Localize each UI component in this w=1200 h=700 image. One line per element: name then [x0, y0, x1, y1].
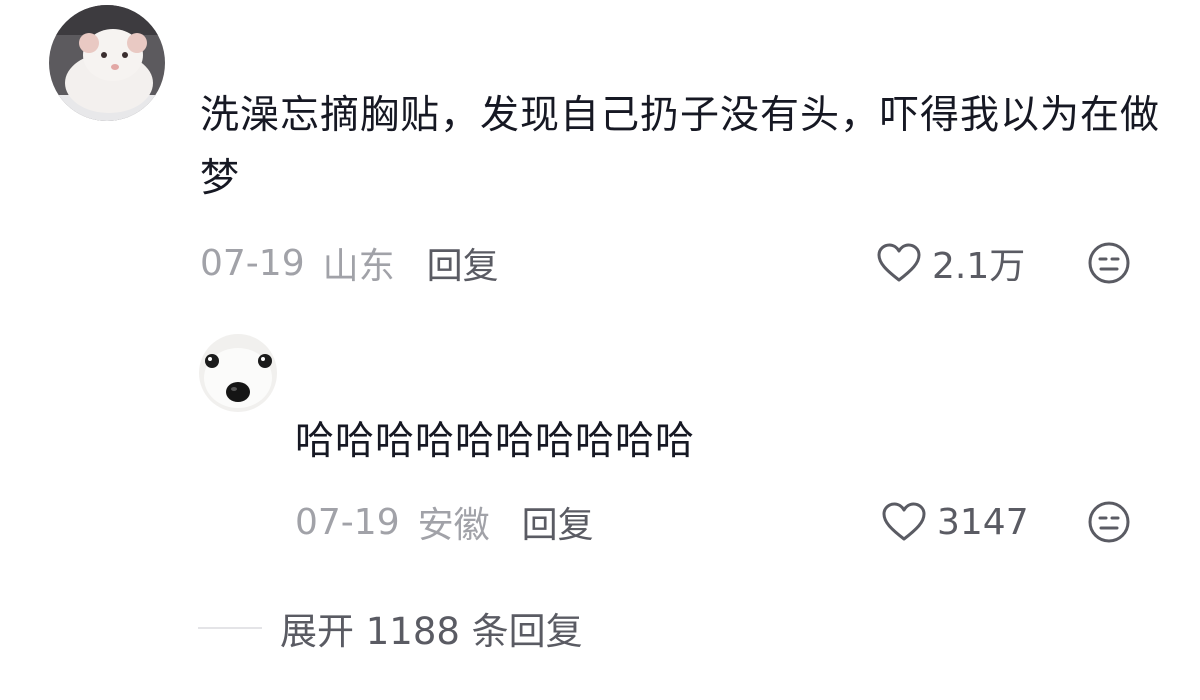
like-button[interactable]: 3147 — [881, 497, 1029, 547]
like-button[interactable]: 2.1万 — [876, 238, 1025, 288]
divider-line — [198, 627, 262, 629]
reply-date: 07-19 — [295, 501, 400, 543]
meh-face-icon — [1088, 242, 1130, 284]
comment-thread: 洗澡忘摘胸贴，发现自己扔子没有头，吓得我以为在做梦 07-19 山东 回复 2.… — [0, 0, 1200, 700]
comment-date: 07-19 — [200, 242, 305, 284]
comment-location: 山东 — [322, 246, 395, 287]
comment-meta: 07-19 山东 回复 — [200, 238, 499, 288]
dislike-button[interactable] — [1087, 241, 1131, 285]
user-avatar-rat[interactable] — [49, 5, 165, 121]
dislike-button[interactable] — [1087, 500, 1131, 544]
reply-meta: 07-19 安徽 回复 — [295, 497, 594, 547]
user-avatar-dog[interactable] — [199, 334, 277, 412]
reply-location: 安徽 — [417, 505, 490, 546]
heart-icon — [882, 502, 926, 541]
reply-button[interactable]: 回复 — [522, 496, 594, 548]
heart-icon — [877, 243, 921, 282]
meh-face-icon — [1088, 501, 1130, 543]
comment-text: 洗澡忘摘胸贴，发现自己扔子没有头，吓得我以为在做梦 — [200, 93, 1161, 201]
reply-button[interactable]: 回复 — [427, 237, 499, 289]
like-count: 2.1万 — [932, 246, 1026, 287]
expand-replies-label: 展开 1188 条回复 — [280, 610, 583, 653]
expand-replies-button[interactable]: 展开 1188 条回复 — [198, 600, 583, 656]
like-count: 3147 — [937, 501, 1029, 543]
reply-text: 哈哈哈哈哈哈哈哈哈哈 — [295, 419, 696, 464]
